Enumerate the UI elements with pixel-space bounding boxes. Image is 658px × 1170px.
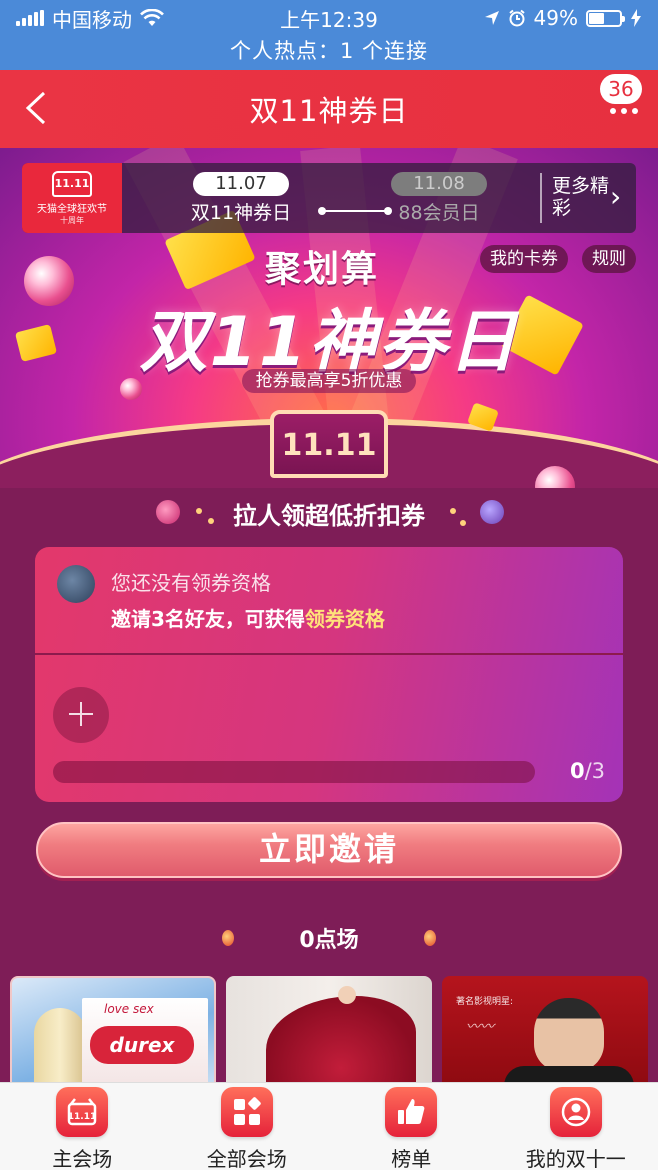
tab-all-venues[interactable]: 全部会场 xyxy=(165,1083,330,1170)
chevron-right-icon: › xyxy=(610,180,622,213)
status-bar: 中国移动 上午12:39 49% xyxy=(0,0,658,36)
charging-icon xyxy=(631,9,641,27)
date-label: 双11神券日 xyxy=(190,202,292,224)
date-pill: 11.08 xyxy=(391,172,487,196)
product-card[interactable] xyxy=(226,976,432,1086)
tab-my-1111[interactable]: 我的双十一 xyxy=(494,1083,658,1170)
date-tab-1107[interactable]: 11.07 双11神券日 xyxy=(176,172,306,225)
product-card[interactable]: love sex durex xyxy=(10,976,216,1086)
svg-text:11.11: 11.11 xyxy=(68,1112,96,1122)
logo-mark: 11.11 xyxy=(52,171,92,197)
1111-icon: 11.11 xyxy=(56,1087,109,1137)
invite-card-header: 您还没有领券资格 邀请3名好友，可获得领券资格 xyxy=(35,547,623,655)
hotspot-banner[interactable]: 个人热点：1 个连接 xyxy=(0,36,658,70)
product-image xyxy=(34,1008,86,1084)
signal-icon xyxy=(16,10,44,26)
battery-icon xyxy=(586,9,625,27)
divider xyxy=(540,173,542,223)
thumbs-up-icon xyxy=(385,1087,438,1137)
date-label: 88会员日 xyxy=(398,202,480,224)
logo-subtext: 十周年 xyxy=(60,216,84,225)
date-tab-1108[interactable]: 11.08 88会员日 xyxy=(374,172,504,225)
date-pill: 11.07 xyxy=(193,172,289,196)
tmall-1111-logo: 11.11 天猫全球狂欢节 十周年 xyxy=(22,163,122,233)
product-image xyxy=(534,998,604,1072)
carrier-name: 中国移动 xyxy=(52,7,132,32)
wifi-icon xyxy=(140,9,164,26)
product-caption: 著名影视明星: xyxy=(456,997,514,1007)
product-image xyxy=(338,986,356,1004)
invite-instruction-text: 邀请3名好友，可获得 xyxy=(111,607,305,631)
date-switcher: 11.11 天猫全球狂欢节 十周年 11.07 双11神券日 11.08 88会… xyxy=(22,163,636,233)
avatar xyxy=(57,565,95,603)
message-badge[interactable]: 36 xyxy=(600,74,642,104)
back-button[interactable] xyxy=(22,90,52,130)
alarm-icon xyxy=(508,9,525,27)
rules-button[interactable]: 规则 xyxy=(582,245,636,273)
invite-title: 拉人领超低折扣券 xyxy=(233,502,425,530)
battery-percent: 49% xyxy=(533,6,578,30)
progress-current: 0 xyxy=(569,759,585,783)
add-friend-button[interactable] xyxy=(53,687,109,743)
session-title: 0点场 xyxy=(299,928,359,953)
status-right: 49% xyxy=(484,6,642,30)
logo-text: 天猫全球狂欢节 xyxy=(37,204,107,215)
juhuasuan-brand: 聚划算 xyxy=(265,249,380,290)
qualification-status: 您还没有领券资格 xyxy=(111,571,271,595)
invite-instruction: 邀请3名好友，可获得领券资格 xyxy=(111,603,385,632)
event-logo: 11.11 xyxy=(270,410,388,478)
status-left: 中国移动 xyxy=(16,4,164,33)
location-icon xyxy=(484,11,499,25)
tab-ranking[interactable]: 榜单 xyxy=(329,1083,494,1170)
product-brand-small: love sex xyxy=(104,1002,154,1016)
bottom-tab-bar: 11.11 主会场 全部会场 榜单 我的双十一 xyxy=(0,1082,658,1170)
subheadline: 抢券最高享5折优惠 xyxy=(0,366,658,393)
invite-progress-bar xyxy=(53,761,535,783)
product-box: love sex durex xyxy=(82,998,208,1084)
hero-banner: 11.11 天猫全球狂欢节 十周年 11.07 双11神券日 11.08 88会… xyxy=(0,148,658,488)
back-arrow-icon xyxy=(25,91,46,125)
invite-progress-count: 0/3 xyxy=(570,759,605,783)
tab-label: 主会场 xyxy=(52,1147,113,1170)
user-icon xyxy=(549,1087,602,1137)
more-events-link[interactable]: 更多精彩 xyxy=(552,175,612,219)
tab-label: 全部会场 xyxy=(206,1147,287,1170)
nav-bar: 双11神券日 36 xyxy=(0,70,658,148)
invite-card: 您还没有领券资格 邀请3名好友，可获得领券资格 0/3 xyxy=(35,547,623,802)
page-title: 双11神券日 xyxy=(249,94,409,128)
invite-now-button[interactable]: 立即邀请 xyxy=(36,822,622,878)
progress-total: /3 xyxy=(584,759,605,783)
more-menu-button[interactable] xyxy=(610,108,638,114)
my-coupons-button[interactable]: 我的卡券 xyxy=(480,245,568,273)
grid-icon xyxy=(220,1087,273,1137)
product-row: love sex durex 著名影视明星: 〰〰 xyxy=(10,976,650,1086)
subheadline-text: 抢券最高享5折优惠 xyxy=(241,369,417,393)
tab-label: 我的双十一 xyxy=(525,1147,626,1170)
product-brand: durex xyxy=(90,1026,194,1064)
invite-highlight: 领券资格 xyxy=(304,607,385,631)
product-card[interactable]: 著名影视明星: 〰〰 xyxy=(442,976,648,1086)
tab-main-venue[interactable]: 11.11 主会场 xyxy=(0,1083,165,1170)
tab-label: 榜单 xyxy=(391,1147,432,1170)
signature-image: 〰〰 xyxy=(466,1019,494,1035)
product-image xyxy=(266,996,416,1086)
plus-icon xyxy=(69,702,93,726)
